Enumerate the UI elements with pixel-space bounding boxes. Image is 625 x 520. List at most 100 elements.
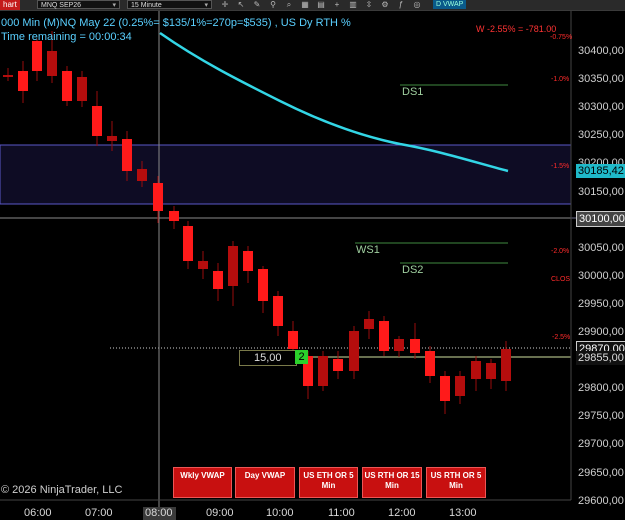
wkly-vwap-button[interactable]: Wkly VWAP <box>173 467 232 498</box>
time-label: 12:00 <box>388 507 416 519</box>
crosshair-icon[interactable]: ✛ <box>220 0 230 9</box>
weekly-change: W -2.55% = -781.00 <box>476 24 557 34</box>
us-eth-or-5-button[interactable]: US ETH OR 5 Min <box>299 467 358 498</box>
order-quantity[interactable]: 15,00 <box>239 350 297 366</box>
us-rth-or-15-button[interactable]: US RTH OR 15 Min <box>362 467 422 498</box>
level-ds1: DS1 <box>402 86 424 98</box>
candle-body <box>183 226 193 261</box>
magnet-icon[interactable]: ⚲ <box>268 0 278 9</box>
level-ds2: DS2 <box>402 264 424 276</box>
price-chart[interactable] <box>0 11 625 520</box>
copyright-text: © 2026 NinjaTrader, LLC <box>1 484 123 496</box>
chevron-down-icon: ▾ <box>112 2 116 9</box>
candle-body <box>455 376 465 396</box>
candle-body <box>501 349 511 381</box>
tab-chart[interactable]: hart <box>0 0 20 10</box>
candle-body <box>364 319 374 329</box>
arrow-icon[interactable]: ↖ <box>236 0 246 9</box>
candle-body <box>107 136 117 141</box>
candle-body <box>349 331 359 371</box>
instrument-selector-label: MNQ SEP26 <box>41 2 82 9</box>
draw-icon[interactable]: ✎ <box>252 0 262 9</box>
price-label: 30050,00 <box>578 241 624 254</box>
time-label: 07:00 <box>85 507 113 519</box>
vwap-price-badge: 30185,42 <box>576 164 625 178</box>
candle-body <box>379 321 389 351</box>
pct-label: -1.5% <box>551 163 570 170</box>
candle-body <box>228 246 238 286</box>
candle-body <box>243 251 253 271</box>
candle-body <box>122 139 132 171</box>
grid-icon[interactable]: ▦ <box>300 0 310 9</box>
price-label: 29950,00 <box>578 297 624 310</box>
time-label: 09:00 <box>206 507 234 519</box>
candle-body <box>333 359 343 371</box>
price-label: 29900,00 <box>578 326 624 338</box>
candle-body <box>198 261 208 269</box>
candle-body <box>3 75 13 77</box>
price-label: 29750,00 <box>578 410 624 423</box>
time-label: 13:00 <box>449 507 477 519</box>
candle-body <box>410 339 420 353</box>
price-label: 29700,00 <box>578 438 624 451</box>
price-label: 30300,00 <box>578 101 624 114</box>
candle-body <box>213 271 223 289</box>
order-quantity-label: 15,00 <box>254 352 282 364</box>
candle-body <box>137 169 147 181</box>
candle-body <box>394 339 404 351</box>
range-box <box>0 144 572 205</box>
time-label: 06:00 <box>24 507 52 519</box>
chevron-down-icon: ▾ <box>204 2 208 9</box>
candle-body <box>440 376 450 401</box>
candle-body <box>273 296 283 326</box>
pct-label: -1.0% <box>551 76 570 83</box>
candle-body <box>77 77 87 101</box>
instrument-selector[interactable]: MNQ SEP26 ▾ <box>37 0 120 9</box>
candle-body <box>288 331 298 349</box>
candle-body <box>318 356 328 386</box>
pct-label: -0.75% <box>550 34 573 41</box>
candle-body <box>32 41 42 71</box>
candle-body <box>18 71 28 91</box>
price-label: 29600,00 <box>578 494 624 507</box>
interval-selector[interactable]: 15 Minute ▾ <box>127 0 212 9</box>
order-count-badge[interactable]: 2 <box>295 350 308 364</box>
candle-body <box>62 71 72 101</box>
candle-body <box>471 361 481 379</box>
strategy-icon[interactable]: ◎ <box>412 0 422 9</box>
plus-icon[interactable]: + <box>332 0 342 9</box>
chart-toolbar: hart MNQ SEP26 ▾ 15 Minute ▾ ✛ ↖ ✎ ⚲ ⌕ ▦… <box>0 0 625 11</box>
price-label: 30400,00 <box>578 45 624 57</box>
tab-vwap[interactable]: D VWAP <box>433 0 467 9</box>
price-label: 30000,00 <box>578 269 624 282</box>
range-low-badge: 30100,00 <box>576 211 625 227</box>
indicators-icon[interactable]: ƒ <box>396 0 406 9</box>
pct-label: -2.0% <box>551 248 570 255</box>
pct-label: CLOS <box>551 276 571 283</box>
candle-body <box>92 106 102 136</box>
scale-icon[interactable]: ⇳ <box>364 0 374 9</box>
bid-price-badge: 29855,00 <box>576 351 625 365</box>
candle-body <box>169 211 179 221</box>
interval-selector-label: 15 Minute <box>131 2 162 9</box>
time-label: 10:00 <box>266 507 294 519</box>
level-ws1: WS1 <box>356 244 380 256</box>
candle-body <box>425 351 435 376</box>
candle-body <box>258 269 268 301</box>
zoom-icon[interactable]: ⌕ <box>284 0 294 9</box>
chart-icon[interactable]: ▥ <box>348 0 358 9</box>
price-label: 29650,00 <box>578 466 624 479</box>
price-label: 30250,00 <box>578 129 624 142</box>
us-rth-or-5-button[interactable]: US RTH OR 5 Min <box>426 467 486 498</box>
candle-body <box>486 363 496 379</box>
settings-icon[interactable]: ⚙ <box>380 0 390 9</box>
price-label: 30150,00 <box>578 185 624 198</box>
day-vwap-button[interactable]: Day VWAP <box>235 467 295 498</box>
candle-body <box>47 51 57 76</box>
time-label: 11:00 <box>328 507 355 519</box>
price-label: 30350,00 <box>578 73 624 86</box>
series-title: 000 Min (M)NQ May 22 (0.25%= $135/1%=270… <box>1 17 351 29</box>
template-icon[interactable]: ▤ <box>316 0 326 9</box>
time-label: 08:00 <box>145 507 173 519</box>
pct-label: -2.5% <box>552 334 571 341</box>
